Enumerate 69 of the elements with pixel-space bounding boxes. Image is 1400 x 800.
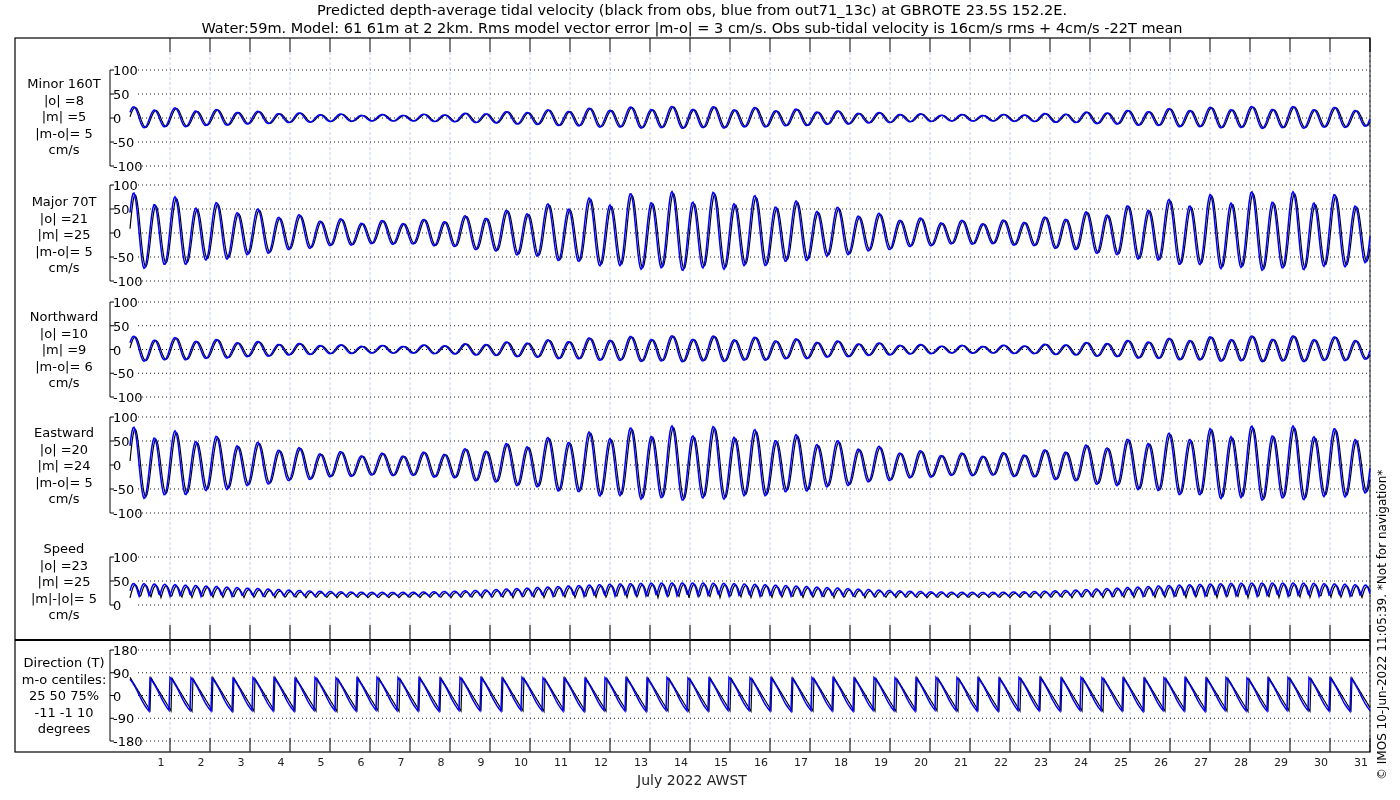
y-tick-label: 100	[113, 550, 138, 565]
x-tick-label: 1	[157, 756, 165, 769]
x-tick-label: 24	[1074, 756, 1088, 769]
y-tick-label: -100	[113, 274, 143, 289]
chart-title: Water:59m. Model: 61 61m at 2 2km. Rms model vector error |m-o| = 3 cm/s. Obs sub-tidal velocity is 16cm/s rms + 4cm/s -22T mean	[201, 20, 1183, 36]
x-axis-label: July 2022 AWST	[637, 772, 747, 788]
chart-title: Predicted depth-average tidal velocity (black from obs, blue from out71_13c) at GBROTE 23.5S 152.2E.	[316, 2, 1068, 18]
x-tick-label: 17	[794, 756, 808, 769]
panel-label: Minor 160T |o| =8 |m| =5 |m-o|= 5 cm/s	[27, 76, 101, 157]
x-tick-label: 12	[594, 756, 608, 769]
x-tick-label: 31	[1354, 756, 1368, 769]
panel-label: Eastward |o| =20 |m| =24 |m-o|= 5 cm/s	[34, 425, 94, 506]
y-tick-label: 100	[113, 178, 138, 193]
x-tick-label: 26	[1154, 756, 1168, 769]
x-tick-label: 20	[914, 756, 928, 769]
y-tick-label: 50	[113, 202, 130, 217]
x-tick-label: 19	[874, 756, 888, 769]
y-tick-label: -50	[113, 366, 135, 382]
x-tick-label: 14	[674, 756, 688, 769]
x-tick-label: 18	[834, 756, 848, 769]
x-tick-label: 5	[317, 756, 325, 769]
x-tick-label: 6	[357, 756, 365, 769]
x-tick-label: 11	[554, 756, 568, 769]
y-tick-label: 50	[113, 87, 130, 102]
x-tick-label: 23	[1034, 756, 1048, 769]
x-tick-label: 4	[277, 756, 285, 769]
x-tick-label: 29	[1274, 756, 1288, 769]
x-tick-label: 16	[754, 756, 768, 769]
y-tick-label: -100	[113, 506, 143, 521]
x-tick-label: 30	[1314, 756, 1328, 769]
x-tick-label: 13	[634, 756, 648, 769]
y-tick-label: 50	[113, 574, 130, 589]
y-tick-label: 90	[113, 665, 130, 681]
y-tick-label: 0	[113, 342, 122, 358]
y-tick-label: 50	[113, 318, 130, 334]
y-tick-label: 50	[113, 434, 130, 449]
y-tick-label: 0	[113, 688, 122, 704]
y-tick-label: -100	[113, 390, 143, 405]
panel-label: Speed |o| =23 |m| =25 |m|-|o|= 5 cm/s	[30, 541, 98, 622]
y-tick-label: 0	[113, 226, 122, 241]
y-tick-label: 100	[113, 295, 138, 310]
y-tick-label: -100	[113, 159, 143, 174]
x-tick-label: 15	[714, 756, 728, 769]
credit-text: © IMOS 10-Jun-2022 11:05:39. *Not for navigation*	[1375, 469, 1389, 780]
y-tick-label: -50	[113, 135, 135, 150]
panel-label: Major 70T |o| =21 |m| =25 |m-o|= 5 cm/s	[31, 194, 97, 275]
panel-label: Northward |o| =10 |m| =9 |m-o|= 6 cm/s	[29, 309, 99, 390]
x-tick-label: 25	[1114, 756, 1128, 769]
x-tick-label: 3	[237, 756, 245, 769]
panel-label: Direction (T) m-o centiles: 25 50 75% -11 -1 10 degrees	[21, 655, 107, 736]
x-tick-label: 9	[477, 756, 485, 769]
x-tick-label: 28	[1234, 756, 1248, 769]
y-tick-label: 0	[113, 458, 122, 473]
x-tick-label: 7	[397, 756, 405, 769]
y-tick-label: 0	[113, 598, 122, 613]
x-tick-label: 8	[437, 756, 445, 769]
y-tick-label: 100	[113, 410, 138, 425]
y-tick-label: -90	[113, 711, 135, 727]
y-tick-label: 180	[113, 643, 138, 658]
y-tick-label: 100	[113, 63, 138, 78]
x-tick-label: 10	[514, 756, 528, 769]
x-tick-label: 27	[1194, 756, 1208, 769]
y-tick-label: -50	[113, 250, 135, 265]
x-tick-label: 22	[994, 756, 1008, 769]
x-tick-label: 2	[197, 756, 205, 769]
y-tick-label: -50	[113, 482, 135, 497]
x-tick-label: 21	[954, 756, 968, 769]
y-tick-label: -180	[113, 734, 143, 749]
y-tick-label: 0	[113, 111, 122, 126]
